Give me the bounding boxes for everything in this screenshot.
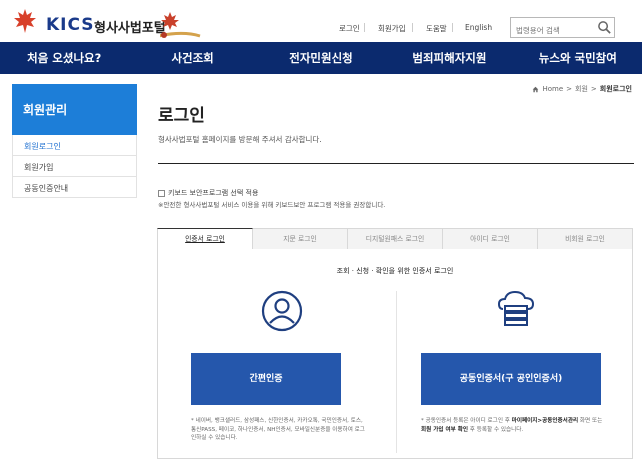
keyboard-security-checkbox[interactable] [158, 189, 165, 197]
simple-auth-note: * 네이버, 뱅크샐러드, 삼성패스, 신한인증서, 카카오톡, 국민인증서, … [191, 418, 365, 441]
tab-label: 비회원 로그인 [565, 235, 605, 243]
login-tabs: 인증서 로그인 지문 로그인 디지털원패스 로그인 아이디 로그인 비회원 로그… [157, 228, 633, 250]
tab-label: 아이디 로그인 [470, 235, 510, 243]
tab-label: 지문 로그인 [283, 235, 317, 243]
nav-first-visit[interactable]: 처음 오셨나요? [0, 42, 128, 74]
util-divider [452, 23, 453, 32]
main-navigation: 처음 오셨나요? 사건조회 전자민원신청 범죄피해자지원 뉴스와 국민참여 [0, 42, 642, 74]
home-icon [533, 86, 539, 92]
sidebar-item-member-login[interactable]: 회원로그인 [13, 135, 136, 156]
util-divider [412, 23, 413, 32]
logo-text: KICS [46, 15, 95, 35]
sidebar-menu: 회원로그인 회원가입 공동인증안내 [12, 135, 137, 198]
nav-e-petition[interactable]: 전자민원신청 [257, 42, 385, 74]
joint-cert-note-part: 공동인증서 등록은 아이디 로그인 후 [425, 418, 510, 424]
certificate-login-panel: 조회 · 신청 · 확인을 위한 인증서 로그인 간편인증 공동인증서(구 공인… [157, 249, 633, 459]
mypage-cert-link[interactable]: 마이페이지>공동인증서관리 [512, 418, 578, 424]
simple-auth-note-text: 네이버, 뱅크샐러드, 삼성패스, 신한인증서, 카카오톡, 국민인증서, 토스… [191, 418, 365, 441]
page-title: 로그인 [158, 106, 205, 126]
title-divider [158, 163, 634, 164]
tab-id-login[interactable]: 아이디 로그인 [443, 228, 538, 250]
top-bar: KICS 형사사법포털 로그인 회원가입 도움말 English [0, 0, 642, 42]
keyboard-security-note: ※안전한 형사사법포털 서비스 이용을 위해 키보드보안 프로그램 적용을 권장… [158, 201, 386, 209]
joint-certificate-note: * 공동인증서 등록은 아이디 로그인 후 마이페이지>공동인증서관리 화면 또… [421, 418, 603, 433]
breadcrumb-home[interactable]: Home [542, 85, 563, 93]
cloud-server-icon [497, 290, 535, 326]
tab-digital-onepass-login[interactable]: 디지털원패스 로그인 [348, 228, 443, 250]
breadcrumb-separator: > [590, 85, 597, 93]
panel-heading: 조회 · 신청 · 확인을 위한 인증서 로그인 [336, 267, 454, 275]
simple-auth-button[interactable]: 간편인증 [191, 353, 341, 405]
nav-victim-support[interactable]: 범죄피해자지원 [385, 42, 513, 74]
maple-leaf-icon [14, 9, 36, 33]
tab-label: 디지털원패스 로그인 [365, 235, 425, 243]
sidebar-item-join[interactable]: 회원가입 [13, 156, 136, 177]
sidebar-title: 회원관리 [12, 84, 137, 135]
joint-cert-note-part: 화면 또는 [579, 418, 603, 424]
util-help-link[interactable]: 도움말 [426, 23, 447, 34]
keyboard-security-label: 키보드 보안프로그램 선택 적용 [168, 189, 259, 197]
util-divider [364, 23, 365, 32]
user-icon [261, 290, 303, 332]
search-input[interactable] [511, 21, 595, 40]
autumn-decoration-icon [160, 12, 201, 38]
tab-fingerprint-login[interactable]: 지문 로그인 [253, 228, 348, 250]
nav-news[interactable]: 뉴스와 국민참여 [514, 42, 642, 74]
tab-nonmember-login[interactable]: 비회원 로그인 [538, 228, 633, 250]
util-login-link[interactable]: 로그인 [339, 23, 360, 34]
search-box [510, 17, 615, 40]
breadcrumb: Home > 회원 > 회원로그인 [532, 84, 632, 94]
util-join-link[interactable]: 회원가입 [378, 23, 406, 34]
site-logo[interactable]: KICS 형사사법포털 [10, 6, 201, 38]
join-check-link[interactable]: 회원 가입 여부 확인 [421, 427, 468, 433]
tab-label: 인증서 로그인 [185, 235, 225, 243]
breadcrumb-member[interactable]: 회원 [575, 84, 588, 94]
tab-certificate-login[interactable]: 인증서 로그인 [157, 228, 253, 250]
logo-subtitle: 형사사법포털 [94, 21, 166, 36]
breadcrumb-separator: > [566, 85, 573, 93]
panel-divider [396, 291, 397, 453]
search-icon[interactable] [597, 20, 612, 35]
sidebar-item-cert-guide[interactable]: 공동인증안내 [13, 177, 136, 198]
nav-case-search[interactable]: 사건조회 [128, 42, 256, 74]
joint-certificate-button[interactable]: 공동인증서(구 공인인증서) [421, 353, 601, 405]
keyboard-security-option[interactable]: 키보드 보안프로그램 선택 적용 [158, 188, 258, 198]
page-description: 형사사법포털 홈페이지를 방문해 주셔서 감사합니다. [158, 135, 322, 144]
joint-cert-note-part: 후 등록할 수 있습니다. [469, 426, 524, 433]
util-english-link[interactable]: English [465, 23, 492, 32]
breadcrumb-current: 회원로그인 [599, 85, 632, 93]
